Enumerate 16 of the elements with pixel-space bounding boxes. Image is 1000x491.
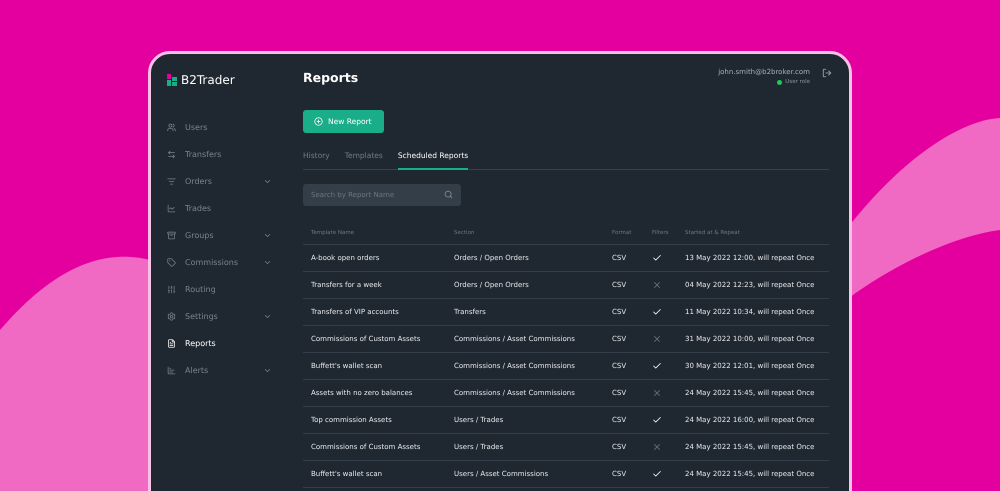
list-icon	[167, 177, 176, 186]
document-icon	[167, 339, 176, 348]
chart-icon	[167, 204, 176, 213]
settings-icon	[167, 312, 176, 321]
tag-icon	[167, 258, 176, 267]
plus-icon	[314, 117, 323, 126]
sliders-icon	[167, 285, 176, 294]
logo-icon	[167, 74, 177, 86]
logout-icon[interactable]	[822, 68, 832, 78]
archive-icon	[167, 231, 176, 240]
page-title: Reports	[303, 70, 358, 85]
arrows-icon	[167, 150, 176, 159]
search-icon	[444, 190, 453, 199]
users-icon	[167, 123, 176, 132]
brand-name: B2Trader	[181, 73, 235, 87]
bar-chart-icon	[167, 366, 176, 375]
